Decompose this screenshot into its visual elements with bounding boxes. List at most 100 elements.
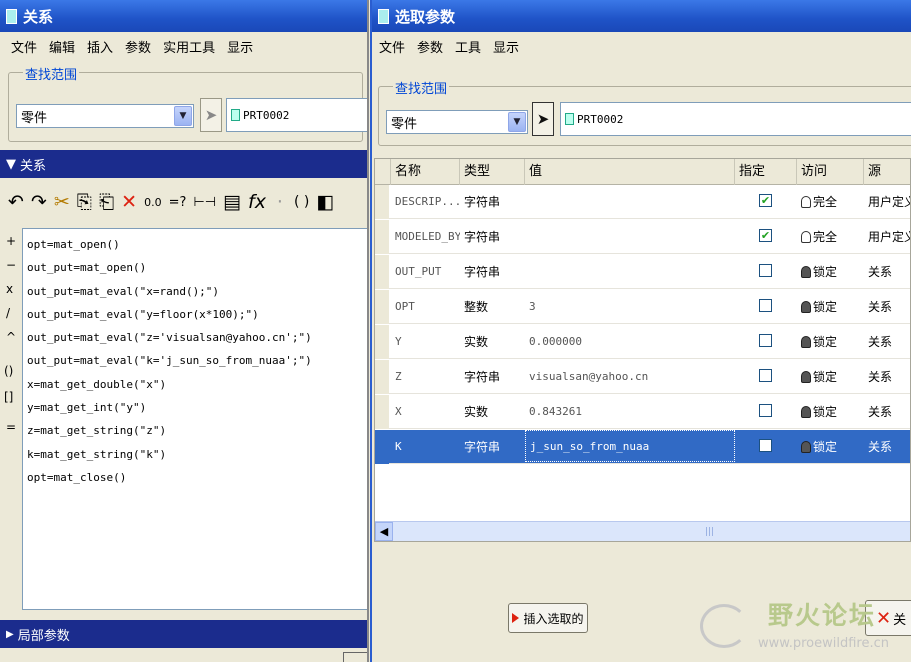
relations-toolbar: ↶ ↷ ✂ ⎘ ⎗ ✕ 0.0 =? ⊢⊣ ▤ fx · ( ) ◧ xyxy=(0,180,367,224)
lookup-scope-legend: 查找范围 xyxy=(23,64,80,83)
param-source-cell: 用户定义 xyxy=(868,230,910,244)
menu-display[interactable]: 显示 xyxy=(492,35,520,58)
param-name-cell: OPT xyxy=(395,300,415,313)
table-row[interactable]: Y 实数 0.000000 锁定 关系 xyxy=(375,325,910,359)
select-params-menubar: 文件 参数 工具 显示 xyxy=(372,32,911,60)
column-header-type[interactable]: 类型 xyxy=(460,159,525,185)
column-header-source[interactable]: 源 xyxy=(864,159,910,185)
menu-file[interactable]: 文件 xyxy=(10,35,38,58)
power-operator[interactable]: ^ xyxy=(6,330,16,344)
table-row[interactable]: MODELED_BY 字符串 ✔ 完全 用户定义 xyxy=(375,220,910,254)
designated-checkbox[interactable] xyxy=(759,439,772,452)
relations-editor[interactable]: opt=mat_open() out_put=mat_open() out_pu… xyxy=(22,228,367,610)
row-header[interactable] xyxy=(375,395,389,429)
paste-icon[interactable]: ⎗ xyxy=(99,191,114,213)
relation-line: opt=mat_close() xyxy=(27,470,127,484)
access-cell: 锁定 xyxy=(797,255,864,289)
minus-operator[interactable]: − xyxy=(6,258,16,272)
param-source-cell: 关系 xyxy=(868,405,893,419)
table-row[interactable]: X 实数 0.843261 锁定 关系 xyxy=(375,395,910,429)
insert-selected-button[interactable]: 插入选取的 xyxy=(508,603,588,633)
divide-operator[interactable]: / xyxy=(6,306,10,320)
table-row[interactable]: K 字符串 j_sun_so_from_nuaa 锁定 关系 xyxy=(375,430,910,464)
undo-icon[interactable]: ↶ xyxy=(8,191,24,213)
designated-checkbox[interactable]: ✔ xyxy=(759,229,772,242)
menu-file[interactable]: 文件 xyxy=(378,35,406,58)
cut-icon[interactable]: ✂ xyxy=(54,191,70,213)
designated-checkbox[interactable] xyxy=(759,299,772,312)
row-header[interactable] xyxy=(375,430,389,464)
column-header-name[interactable]: 名称 xyxy=(391,159,460,185)
table-row[interactable]: OUT_PUT 字符串 锁定 关系 xyxy=(375,255,910,289)
designated-checkbox[interactable]: ✔ xyxy=(759,194,772,207)
scope-type-select[interactable]: 零件 ▼ xyxy=(16,104,194,128)
table-row[interactable]: Z 字符串 visualsan@yahoo.cn 锁定 关系 xyxy=(375,360,910,394)
table-row[interactable]: DESCRIP... 字符串 ✔ 完全 用户定义 xyxy=(375,185,910,219)
sort-relations-icon[interactable]: ◧ xyxy=(316,191,334,213)
resize-grip[interactable] xyxy=(343,652,367,662)
local-params-section-header[interactable]: ▶ 局部参数 xyxy=(0,620,367,648)
menu-parameters[interactable]: 参数 xyxy=(416,35,444,58)
brackets-operator[interactable]: [] xyxy=(4,390,13,404)
menu-display[interactable]: 显示 xyxy=(226,35,254,58)
menu-tools[interactable]: 工具 xyxy=(454,35,482,58)
param-type-cell: 实数 xyxy=(464,405,489,419)
relation-line: out_put=mat_eval("y=floor(x*100);") xyxy=(27,307,259,321)
parentheses-operator[interactable]: () xyxy=(4,364,13,378)
scope-type-select[interactable]: 零件 ▼ xyxy=(386,110,528,134)
plus-operator[interactable]: + xyxy=(6,234,16,248)
access-cell: 锁定 xyxy=(797,325,864,359)
chevron-down-icon[interactable]: ▼ xyxy=(174,106,192,126)
menu-parameters[interactable]: 参数 xyxy=(124,35,152,58)
verify-relations-icon[interactable]: =? xyxy=(169,195,187,210)
designated-checkbox[interactable] xyxy=(759,334,772,347)
row-header[interactable] xyxy=(375,220,389,254)
column-header-designated[interactable]: 指定 xyxy=(735,159,797,185)
scroll-left-icon[interactable]: ◀ xyxy=(375,522,393,541)
horizontal-scrollbar[interactable]: ◀ ||| xyxy=(375,521,910,541)
pick-model-button[interactable]: ➤ xyxy=(532,102,554,136)
function-icon[interactable]: fx xyxy=(248,191,266,213)
param-type-cell: 字符串 xyxy=(464,195,501,209)
insert-arrow-icon xyxy=(512,613,520,623)
dimension-icon[interactable]: ⊢⊣ xyxy=(193,195,216,210)
row-header[interactable] xyxy=(375,255,389,289)
access-label: 锁定 xyxy=(813,300,838,314)
model-name-field[interactable]: PRT0002 xyxy=(226,98,367,132)
row-header[interactable] xyxy=(375,325,389,359)
param-type-cell: 字符串 xyxy=(464,230,501,244)
multiply-operator[interactable]: x xyxy=(6,282,13,296)
menu-edit[interactable]: 编辑 xyxy=(48,35,76,58)
relations-titlebar[interactable]: 关系 xyxy=(0,0,367,32)
chevron-down-icon[interactable]: ▼ xyxy=(508,112,526,132)
relations-section-header[interactable]: ▼ 关系 xyxy=(0,150,367,178)
select-params-titlebar[interactable]: 选取参数 xyxy=(372,0,911,32)
column-header-value[interactable]: 值 xyxy=(525,159,735,185)
pick-model-button[interactable]: ➤ xyxy=(200,98,222,132)
parentheses-icon[interactable]: ( ) xyxy=(294,194,309,210)
equals-operator[interactable]: = xyxy=(6,420,16,434)
copy-icon[interactable]: ⎘ xyxy=(77,191,92,213)
access-cell: 锁定 xyxy=(797,430,864,464)
relations-table-icon[interactable]: ▤ xyxy=(223,191,241,213)
row-header[interactable] xyxy=(375,290,389,324)
close-button[interactable]: ✕ 关 xyxy=(865,600,911,636)
column-header-access[interactable]: 访问 xyxy=(797,159,864,185)
scroll-grip-icon[interactable]: ||| xyxy=(705,527,714,537)
table-row[interactable]: OPT 整数 3 锁定 关系 xyxy=(375,290,910,324)
menu-insert[interactable]: 插入 xyxy=(86,35,114,58)
model-name-field[interactable]: PRT0002 xyxy=(560,102,911,136)
decimal-places-icon[interactable]: 0.0 xyxy=(144,196,162,209)
row-header[interactable] xyxy=(375,360,389,394)
designated-checkbox[interactable] xyxy=(759,404,772,417)
cursor-arrow-icon: ➤ xyxy=(536,110,550,128)
redo-icon[interactable]: ↷ xyxy=(31,191,47,213)
row-header-corner xyxy=(375,159,391,185)
delete-icon[interactable]: ✕ xyxy=(121,191,137,213)
menu-utilities[interactable]: 实用工具 xyxy=(162,35,216,58)
designated-checkbox[interactable] xyxy=(759,264,772,277)
row-header[interactable] xyxy=(375,185,389,219)
relation-line: out_put=mat_eval("x=rand();") xyxy=(27,284,220,298)
param-name-cell: Y xyxy=(395,335,402,348)
designated-checkbox[interactable] xyxy=(759,369,772,382)
